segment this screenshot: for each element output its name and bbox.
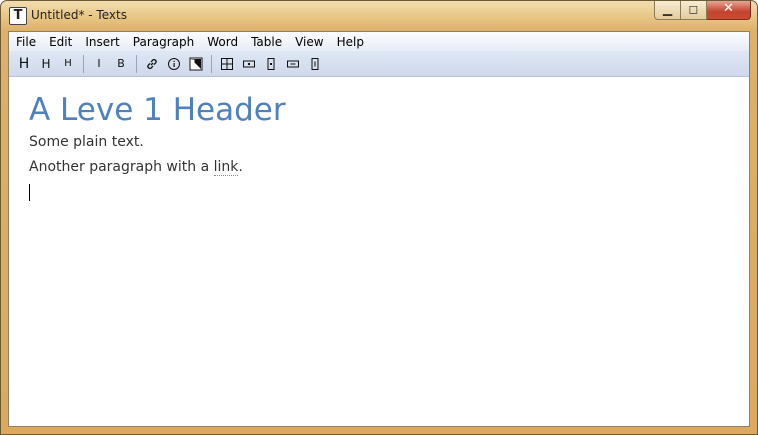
insert-link-button[interactable]	[141, 53, 163, 75]
delete-row-button[interactable]	[282, 53, 304, 75]
menu-table[interactable]: Table	[244, 35, 288, 49]
heading2-button[interactable]: H	[35, 53, 57, 75]
minimize-button[interactable]: ▁	[654, 1, 681, 20]
app-icon: T	[9, 7, 27, 25]
document-heading[interactable]: A Leve 1 Header	[29, 90, 729, 130]
paragraph-with-link[interactable]: Another paragraph with a link.	[29, 155, 729, 180]
toolbar-separator	[211, 54, 212, 73]
insert-image-button[interactable]	[185, 53, 207, 75]
title-bar[interactable]: T Untitled* - Texts ▁ ◻ ✕	[1, 1, 757, 31]
heading1-label: H	[18, 55, 30, 72]
menu-bar: File Edit Insert Paragraph Word Table Vi…	[9, 32, 749, 51]
heading3-button[interactable]: H	[57, 53, 79, 75]
heading3-label: H	[64, 58, 72, 69]
paragraph-end: .	[238, 159, 243, 175]
menu-file[interactable]: File	[9, 35, 42, 49]
window-controls: ▁ ◻ ✕	[654, 1, 751, 20]
minimize-icon: ▁	[662, 2, 673, 16]
document-editor[interactable]: A Leve 1 Header Some plain text. Another…	[29, 90, 729, 201]
italic-button[interactable]: I	[88, 53, 110, 75]
heading1-button[interactable]: H	[13, 53, 35, 75]
toolbar: H H H I B	[9, 51, 749, 77]
delete-row-icon	[287, 60, 299, 67]
paragraph-text: Another paragraph with a	[29, 159, 214, 175]
document-link[interactable]: link	[213, 159, 239, 176]
delete-column-button[interactable]	[304, 53, 326, 75]
close-button[interactable]: ✕	[707, 1, 751, 20]
insert-column-icon	[267, 57, 275, 70]
link-icon	[147, 58, 157, 69]
close-icon: ✕	[723, 1, 734, 16]
info-button[interactable]	[163, 53, 185, 75]
paragraph-plain[interactable]: Some plain text.	[29, 130, 729, 155]
menu-word[interactable]: Word	[200, 35, 244, 49]
info-icon	[168, 57, 180, 70]
window-title: Untitled* - Texts	[31, 8, 127, 22]
delete-column-icon	[311, 57, 319, 70]
client-area: File Edit Insert Paragraph Word Table Vi…	[8, 31, 750, 427]
image-icon	[189, 57, 203, 70]
heading2-label: H	[41, 56, 51, 71]
toolbar-separator	[83, 54, 84, 73]
insert-column-button[interactable]	[260, 53, 282, 75]
table-icon	[221, 57, 233, 70]
menu-insert[interactable]: Insert	[78, 35, 125, 49]
menu-edit[interactable]: Edit	[42, 35, 78, 49]
maximize-button[interactable]: ◻	[681, 1, 707, 20]
toolbar-separator	[136, 54, 137, 73]
bold-button[interactable]: B	[110, 53, 132, 75]
insert-row-icon	[243, 60, 255, 67]
menu-help[interactable]: Help	[330, 35, 370, 49]
insert-row-button[interactable]	[238, 53, 260, 75]
maximize-icon: ◻	[688, 2, 699, 16]
menu-paragraph[interactable]: Paragraph	[126, 35, 200, 49]
text-caret	[29, 184, 30, 201]
bold-label: B	[117, 57, 125, 70]
insert-table-button[interactable]	[216, 53, 238, 75]
app-window: T Untitled* - Texts ▁ ◻ ✕ File Edit Inse…	[0, 0, 758, 435]
menu-view[interactable]: View	[288, 35, 329, 49]
italic-label: I	[97, 57, 101, 70]
